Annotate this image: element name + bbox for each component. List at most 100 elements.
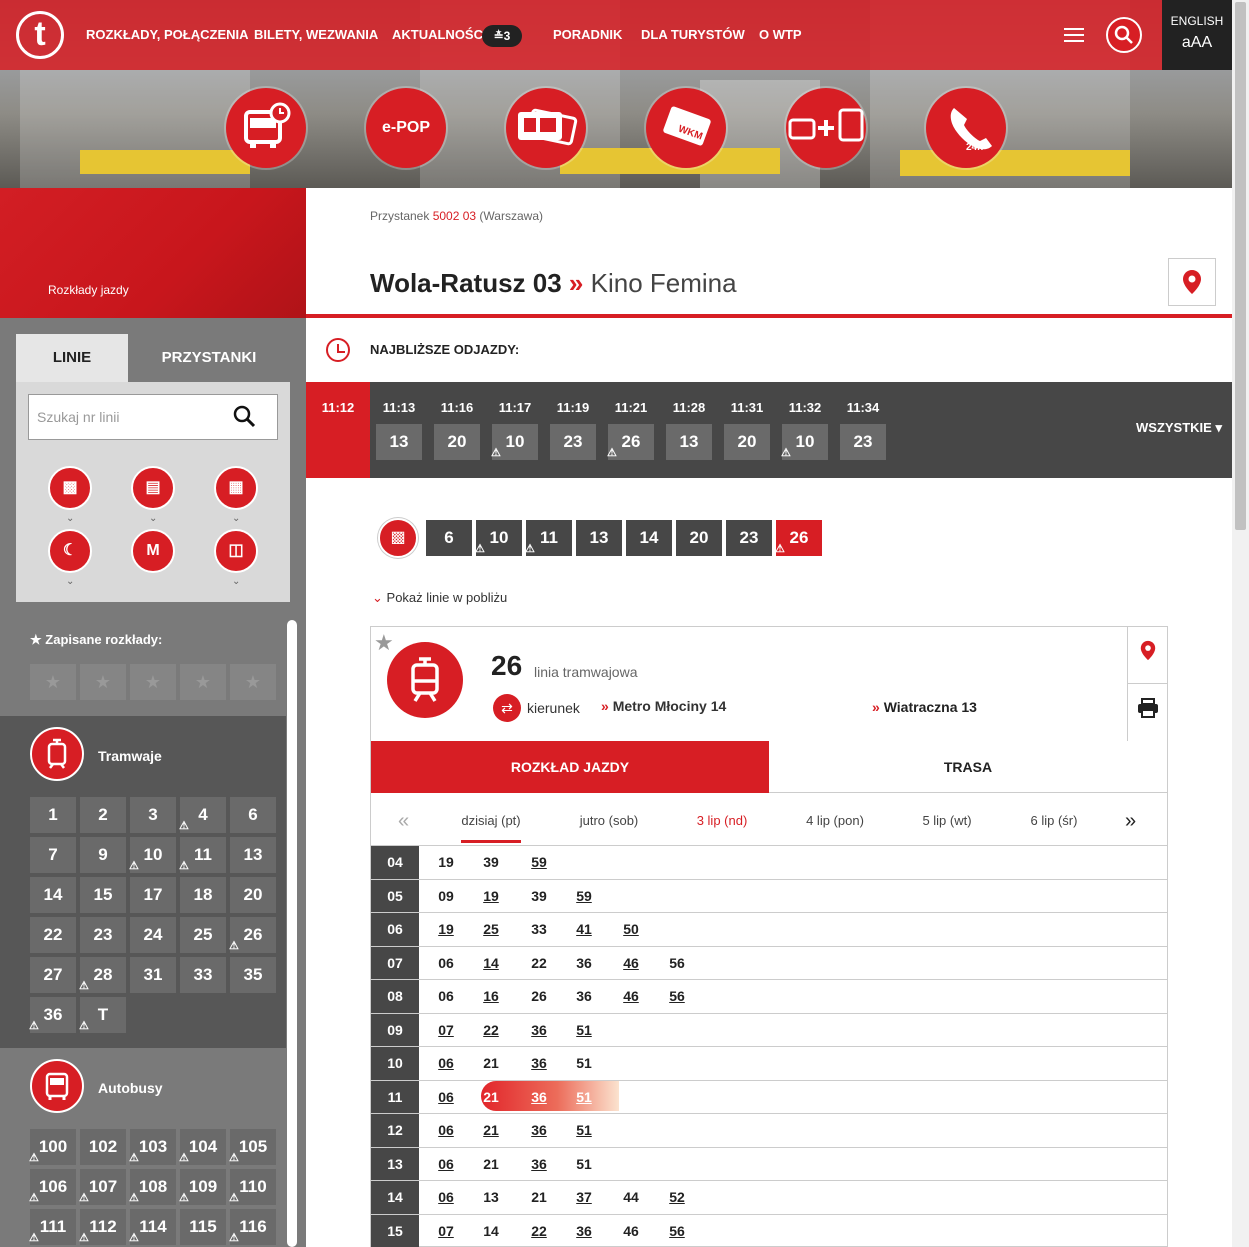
line-button-105[interactable]: 105 ⚠ bbox=[229, 1129, 276, 1165]
direction-option-2[interactable]: » Wiatraczna 13 bbox=[872, 699, 977, 715]
departure-line-20[interactable]: 20 bbox=[434, 424, 480, 460]
night-bus-icon[interactable]: ☾ bbox=[48, 529, 92, 573]
map-pin-icon[interactable] bbox=[1168, 258, 1216, 306]
line-button-2[interactable]: 2 bbox=[80, 797, 126, 833]
departure-line-10[interactable]: 10 ⚠ bbox=[781, 424, 828, 460]
line-button-100[interactable]: 100 ⚠ bbox=[29, 1129, 76, 1165]
minute-cell[interactable]: 22 bbox=[471, 1014, 511, 1047]
line-button-36[interactable]: 36 ⚠ bbox=[29, 997, 76, 1033]
e-pop-link[interactable]: e-POP bbox=[366, 88, 446, 168]
font-size-toggle[interactable]: aAA bbox=[1162, 34, 1232, 52]
filter-line-6[interactable]: 6 bbox=[426, 520, 472, 556]
suburban-bus-icon[interactable]: ▦ bbox=[214, 466, 258, 510]
minute-cell[interactable]: 21 bbox=[471, 1114, 511, 1147]
minute-cell[interactable]: 51 bbox=[564, 1114, 604, 1147]
lang-english[interactable]: ENGLISH bbox=[1162, 14, 1232, 28]
line-button-28[interactable]: 28 ⚠ bbox=[79, 957, 126, 993]
minute-cell[interactable]: 06 bbox=[426, 1181, 466, 1214]
minute-cell[interactable]: 41 bbox=[564, 913, 604, 946]
day-tab[interactable]: 5 lip (wt) bbox=[902, 813, 992, 828]
line-button-106[interactable]: 106 ⚠ bbox=[29, 1169, 76, 1205]
print-icon[interactable] bbox=[1127, 684, 1168, 741]
minute-cell[interactable]: 22 bbox=[519, 1215, 559, 1247]
search-icon[interactable] bbox=[1106, 17, 1142, 53]
line-button-9[interactable]: 9 bbox=[80, 837, 126, 873]
line-button-1[interactable]: 1 bbox=[30, 797, 76, 833]
line-button-11[interactable]: 11 ⚠ bbox=[179, 837, 226, 873]
departure-line-26[interactable]: 26 ⚠ bbox=[607, 424, 654, 460]
bus-plus-bus-icon[interactable] bbox=[786, 88, 866, 168]
departure-line-13[interactable]: 13 bbox=[376, 424, 422, 460]
filter-line-10[interactable]: 10 ⚠ bbox=[475, 520, 522, 556]
saved-slot-star-icon[interactable]: ★ bbox=[180, 664, 226, 700]
swap-direction-icon[interactable]: ⇄ bbox=[493, 694, 521, 722]
search-icon[interactable] bbox=[232, 404, 256, 434]
line-button-110[interactable]: 110 ⚠ bbox=[229, 1169, 276, 1205]
tram-type-icon[interactable]: ▩ bbox=[48, 466, 92, 510]
minute-cell[interactable]: 36 bbox=[519, 1081, 559, 1114]
filter-line-26[interactable]: 26 ⚠ bbox=[775, 520, 822, 556]
line-button-17[interactable]: 17 bbox=[130, 877, 176, 913]
departure-line-20[interactable]: 20 bbox=[724, 424, 770, 460]
line-button-4[interactable]: 4 ⚠ bbox=[179, 797, 226, 833]
direction-option-1[interactable]: » Metro Młociny 14 bbox=[601, 698, 726, 714]
line-button-13[interactable]: 13 bbox=[230, 837, 276, 873]
line-button-23[interactable]: 23 bbox=[80, 917, 126, 953]
line-button-114[interactable]: 114 ⚠ bbox=[129, 1209, 176, 1245]
line-button-25[interactable]: 25 bbox=[180, 917, 226, 953]
filter-line-13[interactable]: 13 bbox=[576, 520, 622, 556]
minute-cell[interactable]: 36 bbox=[519, 1114, 559, 1147]
day-tab[interactable]: 3 lip (nd) bbox=[677, 813, 767, 828]
line-button-116[interactable]: 116 ⚠ bbox=[229, 1209, 276, 1245]
minute-cell[interactable]: 46 bbox=[611, 980, 651, 1013]
minute-cell[interactable]: 25 bbox=[471, 913, 511, 946]
line-button-111[interactable]: 111 ⚠ bbox=[29, 1209, 76, 1245]
departure-line-23[interactable]: 23 bbox=[840, 424, 886, 460]
line-button-31[interactable]: 31 bbox=[130, 957, 176, 993]
line-button-15[interactable]: 15 bbox=[80, 877, 126, 913]
minute-cell[interactable]: 06 bbox=[426, 1148, 466, 1181]
line-button-6[interactable]: 6 bbox=[230, 797, 276, 833]
minute-cell[interactable]: 07 bbox=[426, 1215, 466, 1247]
minute-cell[interactable]: 19 bbox=[471, 880, 511, 913]
news-count-badge[interactable]: ≛3 bbox=[482, 25, 522, 47]
previous-days-icon[interactable]: « bbox=[398, 810, 409, 833]
minute-cell[interactable]: 56 bbox=[657, 980, 697, 1013]
saved-slot-star-icon[interactable]: ★ bbox=[130, 664, 176, 700]
line-button-14[interactable]: 14 bbox=[30, 877, 76, 913]
next-days-icon[interactable]: » bbox=[1125, 810, 1136, 833]
minute-cell[interactable]: 36 bbox=[519, 1047, 559, 1080]
departure-line-23[interactable]: 23 bbox=[550, 424, 596, 460]
tab-route[interactable]: TRASA bbox=[769, 741, 1167, 793]
filter-line-23[interactable]: 23 bbox=[726, 520, 772, 556]
favorite-star-icon[interactable]: ★ bbox=[374, 630, 394, 656]
minute-cell[interactable]: 51 bbox=[564, 1014, 604, 1047]
minute-cell[interactable]: 06 bbox=[426, 1047, 466, 1080]
line-button-27[interactable]: 27 bbox=[30, 957, 76, 993]
line-button-7[interactable]: 7 bbox=[30, 837, 76, 873]
stop-code-link[interactable]: 5002 03 bbox=[433, 209, 476, 223]
metro-icon[interactable]: M bbox=[131, 529, 175, 573]
nav-o-wtp[interactable]: O WTP bbox=[759, 27, 802, 42]
minute-cell[interactable]: 16 bbox=[471, 980, 511, 1013]
day-tab[interactable]: dzisiaj (pt) bbox=[446, 813, 536, 828]
minute-cell[interactable]: 59 bbox=[564, 880, 604, 913]
tram-filter-icon[interactable]: ▩ bbox=[378, 518, 418, 558]
line-button-33[interactable]: 33 bbox=[180, 957, 226, 993]
line-button-35[interactable]: 35 bbox=[230, 957, 276, 993]
departure-line-10[interactable]: 10 ⚠ bbox=[491, 424, 538, 460]
day-tab[interactable]: jutro (sob) bbox=[564, 813, 654, 828]
bus-type-icon[interactable]: ▤ bbox=[131, 466, 175, 510]
show-all-departures-button[interactable]: WSZYSTKIE ▾ bbox=[1136, 420, 1222, 436]
phone-24h-icon[interactable]: 24h bbox=[926, 88, 1006, 168]
filter-line-11[interactable]: 11 ⚠ bbox=[525, 520, 572, 556]
day-tab[interactable]: 4 lip (pon) bbox=[790, 813, 880, 828]
wtp-logo[interactable]: t bbox=[16, 11, 64, 59]
nav-rozklady[interactable]: ROZKŁADY, POŁĄCZENIA bbox=[86, 27, 249, 42]
show-nearby-lines-link[interactable]: ⌄ Pokaż linie w pobliżu bbox=[372, 590, 507, 606]
line-button-107[interactable]: 107 ⚠ bbox=[79, 1169, 126, 1205]
minute-cell[interactable]: 07 bbox=[426, 1014, 466, 1047]
language-switcher[interactable]: ENGLISH aAA bbox=[1162, 0, 1232, 70]
line-button-10[interactable]: 10 ⚠ bbox=[129, 837, 176, 873]
minute-cell[interactable]: 50 bbox=[611, 913, 651, 946]
